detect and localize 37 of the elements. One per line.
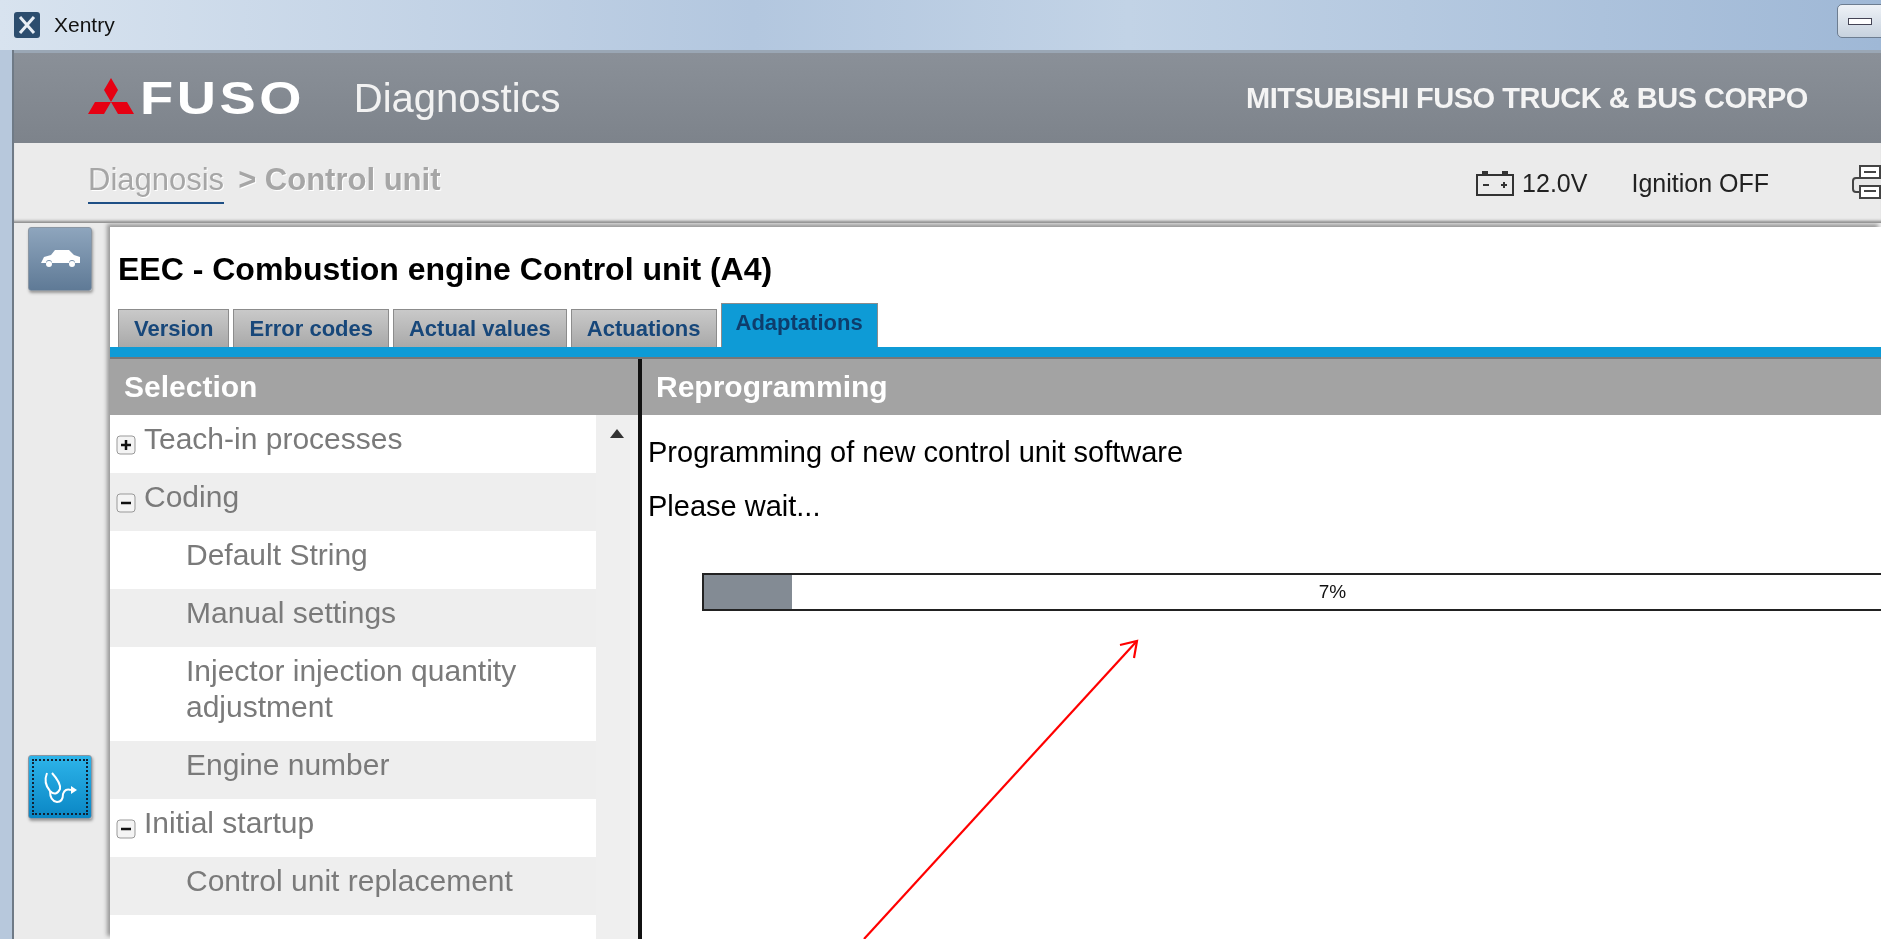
tree-item[interactable]: Manual settings (110, 589, 596, 647)
status-message: Programming of new control unit software (648, 435, 1184, 469)
tab[interactable]: Error codes (233, 309, 389, 347)
tree-item[interactable]: Default String (110, 531, 596, 589)
app-icon (14, 12, 40, 38)
brand-logo-text: FUSO (140, 71, 305, 125)
tab[interactable]: Adaptations (720, 303, 878, 347)
battery-icon (1476, 170, 1515, 196)
window-title: Xentry (54, 13, 115, 37)
control-unit-title: EEC - Combustion engine Control unit (A4) (118, 250, 773, 289)
collapse-icon[interactable] (116, 493, 136, 513)
tab[interactable]: Actual values (393, 309, 567, 347)
scrollbar[interactable] (596, 415, 638, 939)
tree-item[interactable]: Control unit replacement (110, 857, 596, 915)
app-name: Diagnostics (353, 75, 561, 121)
panel-header: Selection (110, 359, 638, 415)
tree-item[interactable]: Coding (110, 473, 596, 531)
print-icon[interactable] (1851, 164, 1881, 202)
tab[interactable]: Version (118, 309, 230, 347)
voltage-reading: 12.0V (1522, 168, 1588, 198)
panel-header: Reprogramming (642, 359, 1881, 415)
diagnosis-button[interactable] (28, 755, 92, 819)
progress-percent: 7% (1318, 581, 1347, 603)
status-message: Please wait... (648, 489, 821, 523)
minimize-button[interactable] (1837, 4, 1881, 38)
tree-item[interactable]: Initial startup (110, 799, 596, 857)
vehicle-button[interactable] (28, 227, 92, 291)
tree-item[interactable]: Teach-in processes (110, 415, 596, 473)
scroll-up-icon[interactable] (609, 427, 625, 439)
company-name: MITSUBISHI FUSO TRUCK & BUS CORPO (1246, 81, 1809, 115)
breadcrumb-current: > Control unit (238, 162, 441, 199)
tree-item[interactable]: Engine number (110, 741, 596, 799)
expand-icon[interactable] (116, 435, 136, 455)
ignition-status: Ignition OFF (1631, 168, 1769, 198)
tree-item[interactable]: Injector injection quantity adjustment (110, 647, 596, 741)
tab[interactable]: Actuations (570, 309, 717, 347)
collapse-icon[interactable] (116, 819, 136, 839)
